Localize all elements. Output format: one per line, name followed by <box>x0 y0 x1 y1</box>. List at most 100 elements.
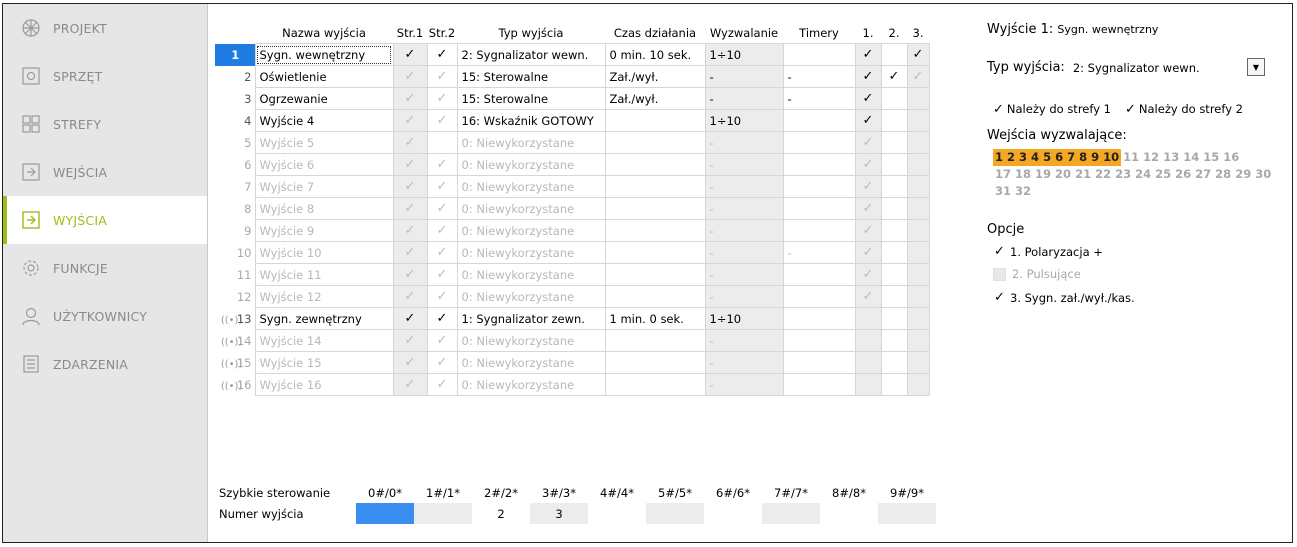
checkbox-cell[interactable] <box>880 197 908 220</box>
table-row[interactable]: ((•))14 Wyjście 14 ✓ ✓ 0: Niewykorzystane - <box>215 329 930 352</box>
table-row[interactable]: 12 Wyjście 12 ✓ ✓ 0: Niewykorzystane - ✓ <box>215 285 930 308</box>
output-type-cell[interactable]: 0: Niewykorzystane <box>456 219 606 242</box>
checkbox-cell[interactable]: ✓ <box>426 87 458 110</box>
checkbox-cell[interactable] <box>906 197 930 220</box>
checkbox-cell[interactable] <box>906 109 930 132</box>
checkbox-cell[interactable]: ✓ <box>854 109 882 132</box>
checkbox-cell[interactable]: ✓ <box>392 43 428 66</box>
row-number[interactable]: ((•))15 <box>215 352 255 374</box>
checkbox-cell[interactable]: ✓ <box>392 329 428 352</box>
output-name-cell[interactable]: Wyjście 8 <box>254 197 394 220</box>
checkbox-cell[interactable]: ✓ <box>426 175 458 198</box>
checkbox-cell[interactable]: ✓ <box>426 109 458 132</box>
checkbox-cell[interactable] <box>906 131 930 154</box>
timers-cell[interactable]: - <box>782 65 856 88</box>
column-header[interactable]: 1. <box>855 22 881 44</box>
row-number[interactable]: 7 <box>215 176 255 198</box>
quick-output-cell[interactable] <box>878 503 936 524</box>
output-type-cell[interactable]: 15: Sterowalne <box>456 65 606 88</box>
trigger-input-number[interactable]: 8 <box>1077 149 1090 166</box>
option-polarity-checkbox[interactable]: ✓ 1. Polaryzacja + <box>993 244 1103 259</box>
checkbox-cell[interactable] <box>426 131 458 154</box>
trigger-input-number[interactable]: 24 <box>1133 166 1153 183</box>
trigger-input-number[interactable]: 5 <box>1041 149 1054 166</box>
quick-output-cell[interactable] <box>704 503 762 524</box>
output-name-cell[interactable]: Wyjście 15 <box>254 351 394 374</box>
duration-cell[interactable] <box>604 285 706 308</box>
checkbox-cell[interactable]: ✓ <box>426 263 458 286</box>
trigger-input-number[interactable]: 25 <box>1153 166 1173 183</box>
sidebar-item-sprzet[interactable]: SPRZĘT <box>3 52 207 100</box>
trigger-cell[interactable]: - <box>704 263 784 286</box>
row-number[interactable]: ((•))14 <box>215 330 255 352</box>
checkbox-cell[interactable]: ✓ <box>392 109 428 132</box>
checkbox-cell[interactable]: ✓ <box>426 65 458 88</box>
timers-cell[interactable] <box>782 219 856 242</box>
duration-cell[interactable] <box>604 373 706 396</box>
checkbox-cell[interactable] <box>880 373 908 396</box>
timers-cell[interactable] <box>782 43 856 66</box>
quick-output-cell[interactable]: 3 <box>530 503 588 524</box>
trigger-input-number[interactable]: 11 <box>1121 149 1141 166</box>
checkbox-cell[interactable] <box>854 329 882 352</box>
column-header[interactable]: Wyzwalanie <box>705 22 783 44</box>
row-number[interactable]: 5 <box>215 132 255 154</box>
timers-cell[interactable] <box>782 263 856 286</box>
table-row[interactable]: 8 Wyjście 8 ✓ ✓ 0: Niewykorzystane - ✓ <box>215 197 930 220</box>
checkbox-cell[interactable]: ✓ <box>392 263 428 286</box>
trigger-input-number[interactable]: 31 <box>993 183 1013 200</box>
duration-cell[interactable] <box>604 109 706 132</box>
checkbox-cell[interactable]: ✓ <box>392 307 428 330</box>
output-type-cell[interactable]: 0: Niewykorzystane <box>456 175 606 198</box>
checkbox-cell[interactable] <box>906 285 930 308</box>
checkbox-cell[interactable] <box>880 351 908 374</box>
duration-cell[interactable] <box>604 131 706 154</box>
row-number[interactable]: ((•))13 <box>215 308 255 330</box>
output-name-cell[interactable]: Wyjście 6 <box>254 153 394 176</box>
output-type-cell[interactable]: 0: Niewykorzystane <box>456 197 606 220</box>
table-row[interactable]: 1 Sygn. wewnętrzny ✓ ✓ 2: Sygnalizator wewn.… <box>215 43 930 66</box>
table-row[interactable]: 10 Wyjście 10 ✓ ✓ 0: Niewykorzystane - - ✓ <box>215 241 930 264</box>
column-header[interactable]: Typ wyjścia <box>457 22 605 44</box>
checkbox-cell[interactable]: ✓ <box>426 285 458 308</box>
output-name-cell[interactable]: Sygn. zewnętrzny <box>254 307 394 330</box>
trigger-cell[interactable]: - <box>704 219 784 242</box>
sidebar-item-zdarzenia[interactable]: ZDARZENIA <box>3 340 207 388</box>
quick-output-cell[interactable] <box>588 503 646 524</box>
trigger-cell[interactable]: 1÷10 <box>704 109 784 132</box>
checkbox-cell[interactable]: ✓ <box>854 285 882 308</box>
trigger-cell[interactable]: - <box>704 373 784 396</box>
checkbox-cell[interactable]: ✓ <box>392 373 428 396</box>
column-header[interactable]: Str.1 <box>393 22 427 44</box>
checkbox-cell[interactable] <box>880 43 908 66</box>
output-type-cell[interactable]: 2: Sygnalizator wewn. <box>456 43 606 66</box>
output-type-cell[interactable]: 1: Sygnalizator zewn. <box>456 307 606 330</box>
column-header[interactable]: Str.2 <box>427 22 457 44</box>
sidebar-item-wyjscia[interactable]: WYJŚCIA <box>3 196 207 244</box>
row-number[interactable]: ((•))16 <box>215 374 255 396</box>
column-header[interactable]: Timery <box>783 22 855 44</box>
quick-output-cell[interactable] <box>820 503 878 524</box>
checkbox-cell[interactable] <box>906 153 930 176</box>
checkbox-cell[interactable]: ✓ <box>426 219 458 242</box>
output-type-cell[interactable]: 0: Niewykorzystane <box>456 351 606 374</box>
trigger-cell[interactable]: - <box>704 153 784 176</box>
trigger-cell[interactable]: - <box>704 175 784 198</box>
duration-cell[interactable] <box>604 197 706 220</box>
row-number[interactable]: 8 <box>215 198 255 220</box>
trigger-input-number[interactable]: 32 <box>1013 183 1033 200</box>
checkbox-cell[interactable] <box>880 263 908 286</box>
duration-cell[interactable]: Zał./wył. <box>604 65 706 88</box>
quick-output-cell[interactable] <box>762 503 820 524</box>
output-type-cell[interactable]: 0: Niewykorzystane <box>456 153 606 176</box>
checkbox-cell[interactable] <box>880 87 908 110</box>
output-name-cell[interactable]: Wyjście 14 <box>254 329 394 352</box>
output-type-cell[interactable]: 16: Wskaźnik GOTOWY <box>456 109 606 132</box>
timers-cell[interactable] <box>782 285 856 308</box>
trigger-input-number[interactable]: 18 <box>1013 166 1033 183</box>
checkbox-cell[interactable] <box>906 175 930 198</box>
checkbox-cell[interactable]: ✓ <box>854 65 882 88</box>
trigger-cell[interactable]: - <box>704 351 784 374</box>
trigger-input-number[interactable]: 19 <box>1033 166 1053 183</box>
checkbox-cell[interactable] <box>906 351 930 374</box>
